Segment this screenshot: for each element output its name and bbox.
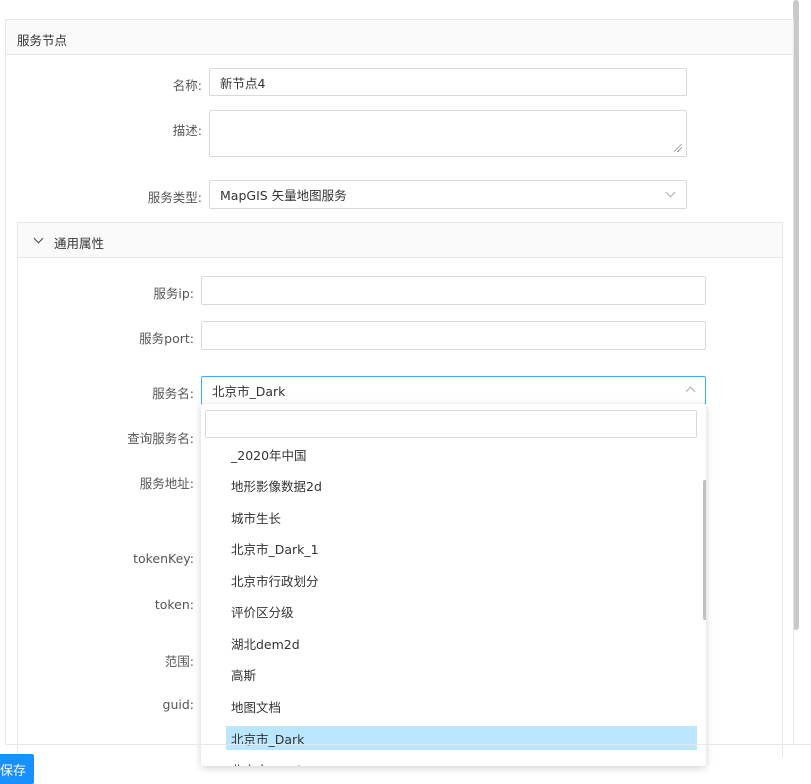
footer-divider [5,744,811,745]
dropdown-option[interactable]: 高斯 [226,662,697,686]
service-type-label: 服务类型: [147,190,202,205]
name-label: 名称: [172,78,202,93]
panel-title: 服务节点 [17,33,68,48]
dropdown-option[interactable]: 评价区分级 [226,599,697,623]
service-name-select[interactable]: 北京市_Dark [201,376,706,405]
service-name-label: 服务名: [152,386,194,401]
dropdown-option-selected[interactable]: 北京市_Dark [226,726,697,750]
dropdown-scrollbar[interactable] [703,480,706,620]
service-address-label: 服务地址: [139,476,194,491]
service-ip-label: 服务ip: [153,286,194,301]
tokenkey-label: tokenKey: [133,551,194,566]
service-port-input[interactable] [201,321,706,350]
token-label: token: [154,597,194,612]
dropdown-option[interactable]: 地形影像数据2d [226,473,697,497]
service-type-select[interactable]: MapGIS 矢量地图服务 [209,180,687,209]
dropdown-option[interactable]: _2020年中国 [226,442,697,466]
save-button[interactable]: 保存 [0,754,34,784]
dropdown-option[interactable]: 地图文档 [226,694,697,718]
service-name-dropdown: _2020年中国 地形影像数据2d 城市生长 北京市_Dark_1 北京市行政划… [201,404,706,766]
dropdown-option[interactable]: 湖北dem2d [226,631,697,655]
dropdown-search-input[interactable] [205,410,697,438]
panel-header [5,19,794,55]
common-properties-header[interactable] [17,222,783,258]
service-ip-input[interactable] [201,276,706,305]
dropdown-option[interactable]: 城市生长 [226,505,697,529]
dropdown-option[interactable]: 北京市_Dark [226,757,697,767]
service-type-value: MapGIS 矢量地图服务 [220,188,347,203]
description-label: 描述: [172,123,202,138]
description-textarea[interactable] [209,110,687,157]
range-label: 范围: [164,654,194,669]
service-port-label: 服务port: [139,331,194,346]
dropdown-option[interactable]: 北京市_Dark_1 [226,536,697,560]
guid-label: guid: [162,697,194,712]
service-name-value: 北京市_Dark [212,384,286,399]
query-service-name-label: 查询服务名: [127,431,194,446]
name-input[interactable]: 新节点4 [209,68,687,96]
resize-handle[interactable] [674,144,684,154]
common-properties-title: 通用属性 [54,236,105,251]
dropdown-option[interactable]: 北京市行政划分 [226,568,697,592]
